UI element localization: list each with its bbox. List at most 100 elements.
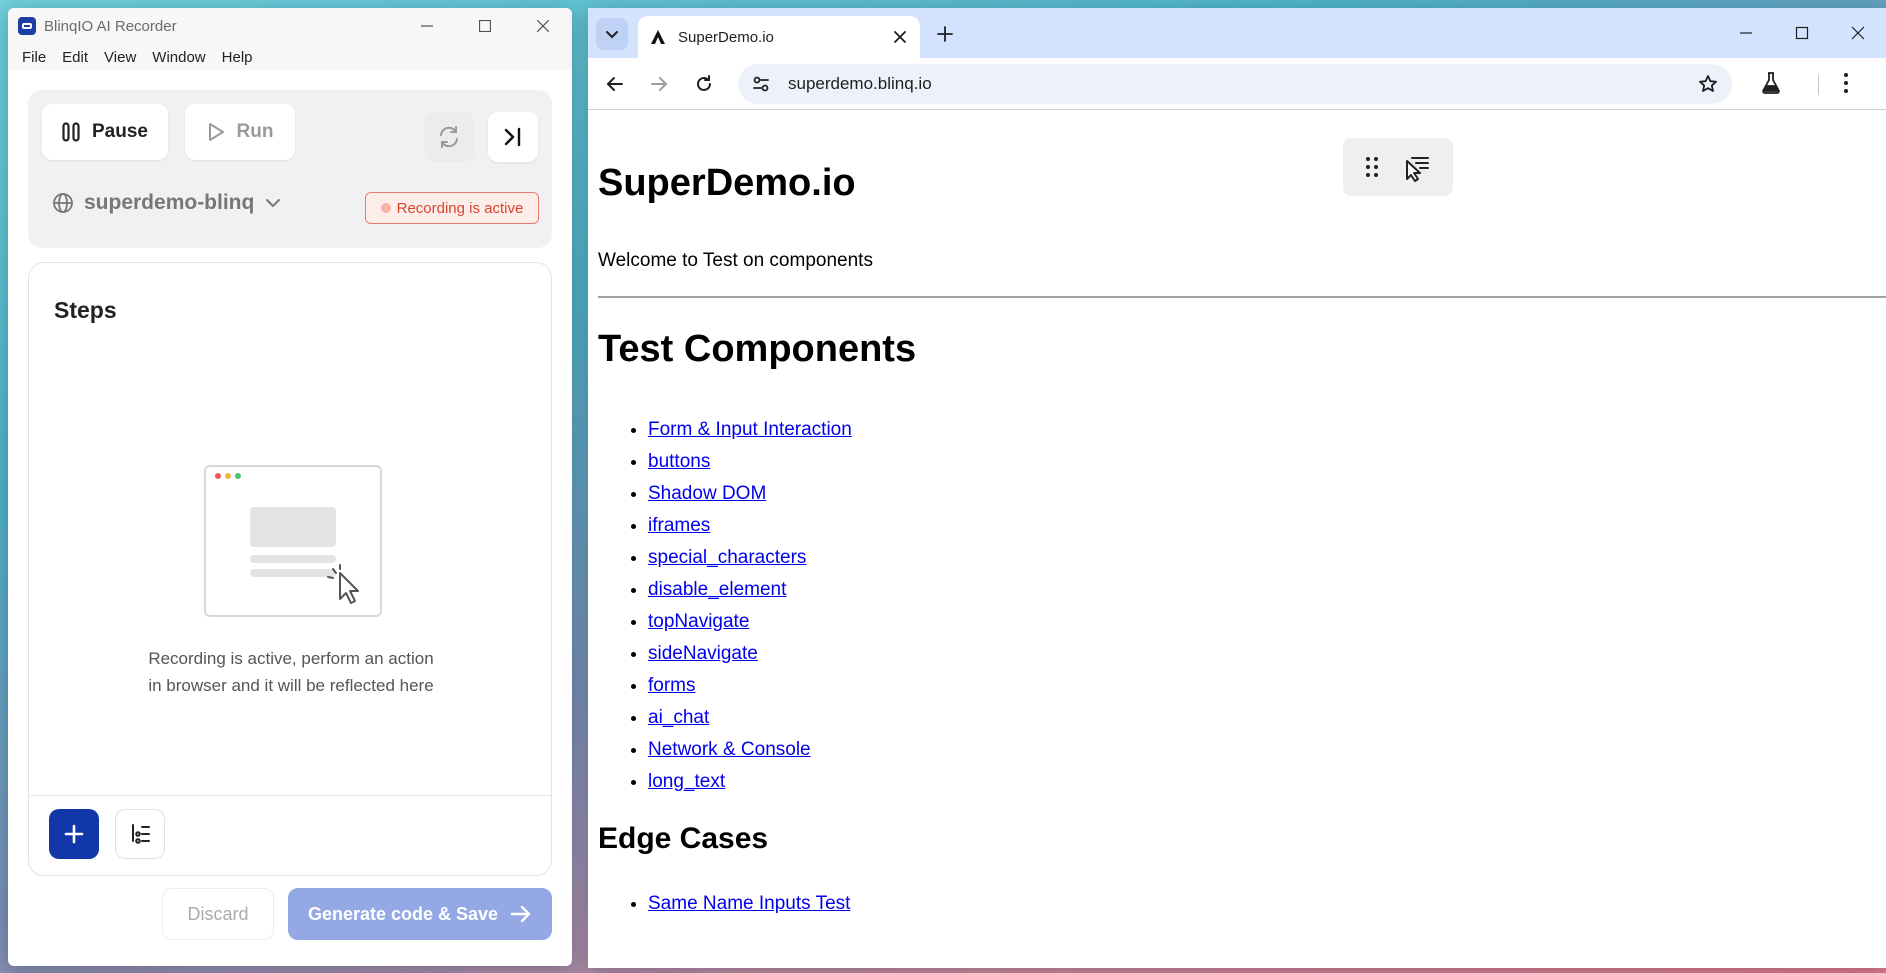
recorder-widget [1343,138,1453,196]
reload-button[interactable] [691,71,717,97]
link-long-text[interactable]: long_text [648,771,725,792]
list-item: Network & Console [648,734,852,766]
generate-label: Generate code & Save [307,903,499,924]
maximize-icon [1795,26,1809,40]
link-special-characters[interactable]: special_characters [648,547,806,568]
empty-state-line-1: Recording is active, perform an action [148,649,434,668]
list-item: iframes [648,510,852,542]
list-item: sideNavigate [648,638,852,670]
maximize-button[interactable] [456,8,514,44]
menu-window[interactable]: Window [144,49,213,66]
menu-help[interactable]: Help [214,49,261,66]
empty-state-line-2: in browser and it will be reflected here [148,676,434,695]
run-button[interactable]: Run [185,104,295,160]
control-panel: Pause Run superdemo-blinq Recording is a… [28,90,552,248]
list-item: Same Name Inputs Test [648,888,850,920]
url-text: superdemo.blinq.io [788,74,932,93]
browser-maximize-button[interactable] [1774,8,1830,58]
browser-window: SuperDemo.io superdemo.blinq.io SuperDem… [588,8,1886,968]
more-options-icon[interactable] [1842,71,1850,95]
link-iframes[interactable]: iframes [648,515,710,536]
close-icon [894,31,906,43]
section-test-components: Test Components [598,328,917,370]
arrow-left-icon [607,77,623,91]
pause-label: Pause [92,121,148,142]
generate-code-save-button[interactable]: Generate code & Save [288,888,552,940]
edge-cases-link-list: Same Name Inputs Test [648,888,850,920]
blinqio-logo-icon [18,17,36,35]
tune-icon [753,76,769,92]
empty-state-illustration [204,465,382,617]
steps-panel: Steps Recording is active, perform an ac… [28,262,552,876]
page-title: SuperDemo.io [598,162,856,204]
browser-minimize-button[interactable] [1718,8,1774,58]
menu-file[interactable]: File [14,49,54,66]
tab-superdemo[interactable]: SuperDemo.io [638,16,920,58]
section-edge-cases: Edge Cases [598,822,769,855]
link-ai-chat[interactable]: ai_chat [648,707,709,728]
labs-flask-icon[interactable] [1760,71,1782,95]
link-forms[interactable]: forms [648,675,696,696]
link-buttons[interactable]: buttons [648,451,710,472]
refresh-button[interactable] [424,112,474,162]
list-item: long_text [648,766,852,798]
list-item: topNavigate [648,606,852,638]
back-button[interactable] [602,71,628,97]
app-titlebar: BlinqIO AI Recorder [8,8,572,44]
bookmark-star-icon[interactable] [1698,74,1718,94]
link-shadow-dom[interactable]: Shadow DOM [648,483,766,504]
link-top-navigate[interactable]: topNavigate [648,611,749,632]
link-same-name-inputs[interactable]: Same Name Inputs Test [648,893,850,914]
arrow-right-icon [651,77,667,91]
minimize-button[interactable] [398,8,456,44]
step-list-button[interactable] [115,809,165,859]
page-content: SuperDemo.io Welcome to Test on componen… [588,118,1886,968]
add-step-button[interactable] [49,809,99,859]
forward-button[interactable] [646,71,672,97]
recording-dot-icon [380,203,391,213]
menu-edit[interactable]: Edit [54,49,96,66]
close-button[interactable] [514,8,572,44]
skip-to-end-button[interactable] [488,112,538,162]
horizontal-rule [598,296,1886,298]
link-form-input[interactable]: Form & Input Interaction [648,419,852,440]
drag-handle-icon[interactable] [1365,156,1379,178]
chevron-down-icon [606,31,618,39]
new-tab-button[interactable] [932,21,958,47]
chevron-down-icon [266,199,281,208]
plus-icon [64,824,84,844]
discard-button[interactable]: Discard [162,888,274,940]
pause-button[interactable]: Pause [42,104,168,160]
select-element-icon[interactable] [1402,152,1432,182]
skip-end-icon [504,127,521,147]
list-item: forms [648,670,852,702]
tab-search-button[interactable] [596,18,628,50]
list-item: disable_element [648,574,852,606]
project-select[interactable]: superdemo-blinq [52,186,282,220]
divider [29,795,551,796]
cursor-click-icon [327,564,359,604]
link-disable-element[interactable]: disable_element [648,579,786,600]
components-link-list: Form & Input Interaction buttons Shadow … [648,414,852,798]
recorder-window: BlinqIO AI Recorder File Edit View Windo… [8,8,572,966]
list-item: special_characters [648,542,852,574]
recording-badge-label: Recording is active [396,199,524,217]
link-network-console[interactable]: Network & Console [648,739,811,760]
site-info-button[interactable] [748,71,774,97]
minimize-icon [1740,32,1752,34]
play-icon [208,123,224,141]
link-side-navigate[interactable]: sideNavigate [648,643,758,664]
app-title: BlinqIO AI Recorder [44,17,177,35]
close-icon [1851,26,1865,40]
recording-status-badge: Recording is active [365,192,539,224]
welcome-text: Welcome to Test on components [598,250,873,271]
run-label: Run [236,121,274,142]
browser-close-button[interactable] [1830,8,1886,58]
arrow-right-icon [510,905,531,923]
list-item: buttons [648,446,852,478]
address-bar[interactable]: superdemo.blinq.io [738,64,1732,104]
menu-view[interactable]: View [96,49,144,66]
list-tree-icon [132,824,150,844]
tab-close-button[interactable] [888,25,912,49]
globe-icon [53,193,73,213]
